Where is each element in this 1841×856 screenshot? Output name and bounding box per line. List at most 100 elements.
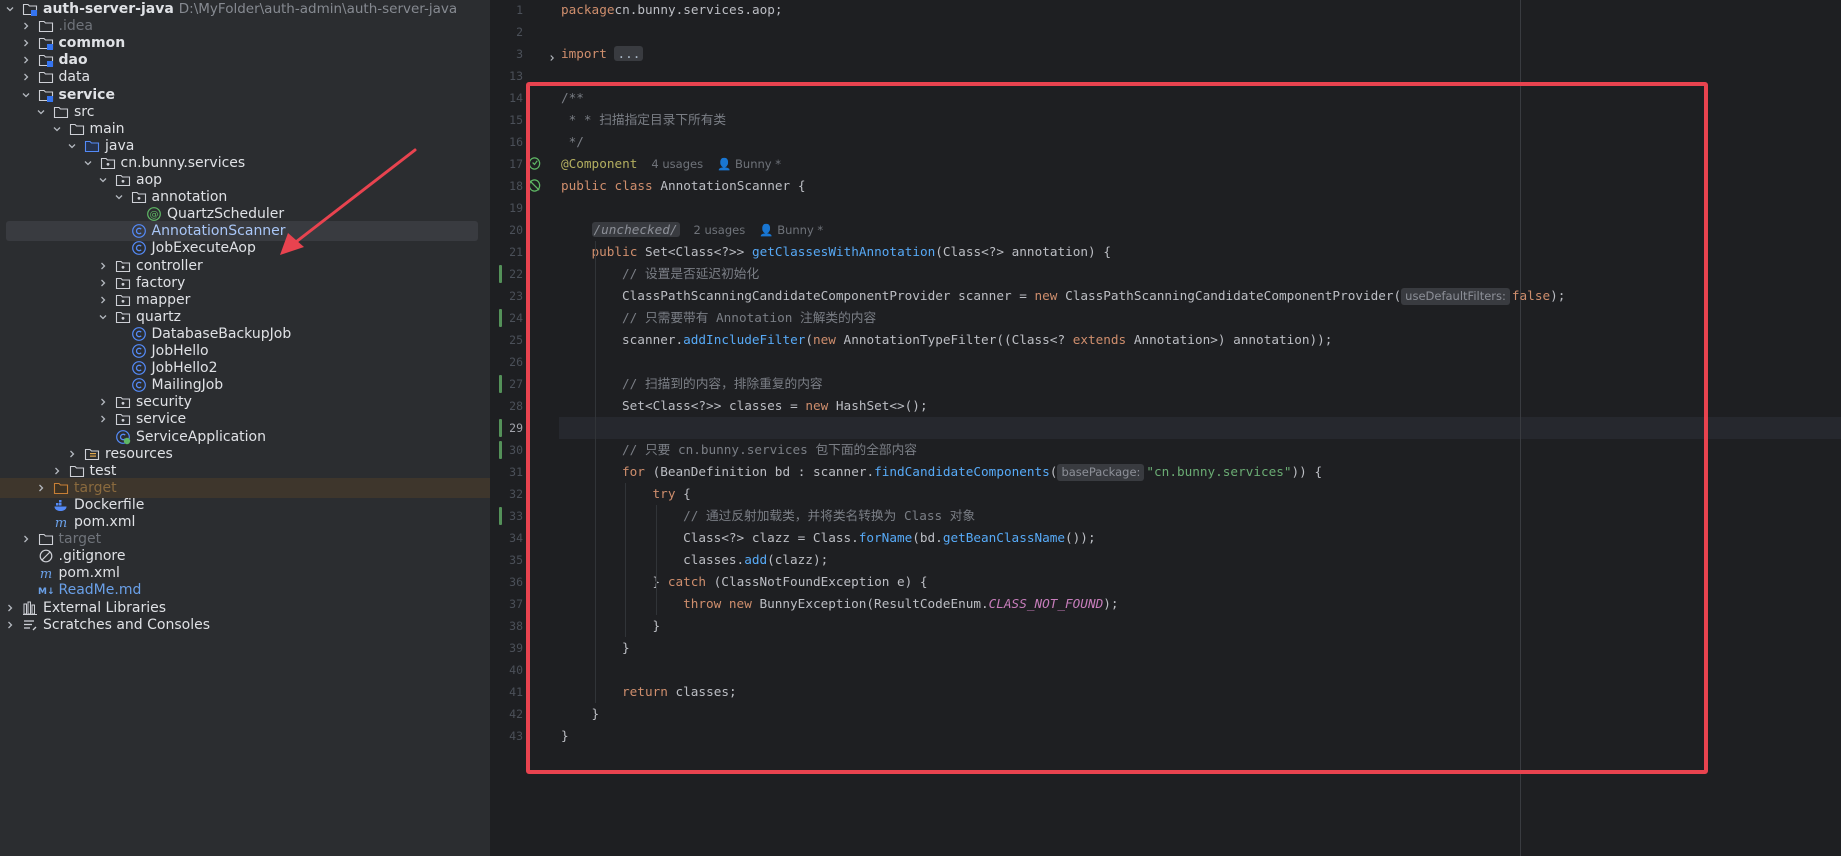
- code-line[interactable]: packagecn.bunny.services.aop;: [561, 0, 783, 21]
- tree-item-label: DatabaseBackupJob: [151, 325, 292, 342]
- code-line[interactable]: // 只需要带有 Annotation 注解类的内容: [622, 307, 876, 329]
- code-token: class: [614, 178, 653, 193]
- source-folder-icon: [84, 138, 100, 154]
- code-line[interactable]: // 扫描到的内容，排除重复的内容: [622, 373, 823, 395]
- code-token: for: [622, 464, 645, 479]
- code-token: return: [622, 684, 668, 699]
- chevron-down-icon[interactable]: [97, 311, 109, 323]
- chevron-right-icon[interactable]: [20, 37, 32, 49]
- code-line[interactable]: */: [561, 131, 584, 153]
- folder-icon: [69, 121, 85, 137]
- chevron-right-icon[interactable]: [20, 533, 32, 545]
- code-line[interactable]: // 通过反射加载类，并将类名转换为 Class 对象: [683, 505, 975, 527]
- code-lens[interactable]: 2 usages: [694, 223, 746, 237]
- parameter-hint: useDefaultFilters:: [1401, 288, 1510, 305]
- code-area[interactable]: packagecn.bunny.services.aop; import ... /…: [491, 0, 1841, 856]
- class-icon: [131, 360, 147, 376]
- chevron-down-icon[interactable]: [20, 89, 32, 101]
- class-icon: [131, 223, 147, 239]
- tree-item-label: annotation: [151, 189, 228, 206]
- svg-text:m: m: [55, 516, 67, 530]
- code-line[interactable]: }: [592, 703, 600, 725]
- tree-item-label: MailingJob: [151, 377, 224, 394]
- code-line[interactable]: }: [653, 615, 661, 637]
- chevron-down-icon[interactable]: [35, 106, 47, 118]
- chevron-right-icon[interactable]: [35, 482, 47, 494]
- code-lens[interactable]: 👤 Bunny *: [759, 223, 823, 237]
- tree-item-label: JobHello: [151, 343, 209, 359]
- code-line[interactable]: ClassPathScanningCandidateComponentProvi…: [622, 285, 1565, 307]
- code-line[interactable]: public class AnnotationScanner {: [561, 175, 805, 197]
- tree-item-label: pom.xml: [58, 565, 120, 582]
- folded-imports[interactable]: ...: [614, 46, 644, 61]
- code-line[interactable]: return classes;: [622, 681, 737, 703]
- code-line[interactable]: // 设置是否延迟初始化: [622, 263, 759, 285]
- code-token: HashSet<>();: [828, 398, 928, 413]
- module-folder-icon: [22, 1, 38, 17]
- code-line[interactable]: throw new BunnyException(ResultCodeEnum.…: [683, 593, 1118, 615]
- code-token: false: [1511, 288, 1551, 303]
- chevron-right-icon[interactable]: [97, 413, 109, 425]
- code-token: new: [1034, 288, 1058, 303]
- code-token: getBeanClassName: [942, 530, 1066, 545]
- chevron-down-icon[interactable]: [4, 3, 16, 15]
- chevron-right-icon[interactable]: [20, 71, 32, 83]
- tree-item[interactable]: Scratches and Consoles: [0, 615, 490, 635]
- chevron-right-icon[interactable]: [97, 396, 109, 408]
- chevron-down-icon[interactable]: [97, 174, 109, 186]
- code-line[interactable]: } catch (ClassNotFoundException e) {: [653, 571, 928, 593]
- code-token: // 设置是否延迟初始化: [622, 266, 760, 281]
- code-token: BunnyException(ResultCodeEnum.: [751, 596, 989, 611]
- code-line[interactable]: /**: [561, 87, 584, 109]
- code-line[interactable]: public Set<Class<?>> getClassesWithAnnot…: [592, 241, 1111, 263]
- code-line[interactable]: try {: [653, 483, 691, 505]
- chevron-right-icon[interactable]: [4, 619, 16, 631]
- chevron-down-icon[interactable]: [113, 191, 125, 203]
- code-line[interactable]: }: [561, 725, 569, 747]
- code-token: (ClassNotFoundException e) {: [706, 574, 928, 589]
- tree-item-label: QuartzScheduler: [167, 206, 285, 223]
- code-line[interactable]: /unchecked/2 usages 👤 Bunny *: [591, 219, 823, 241]
- tree-item-label: .gitignore: [58, 548, 126, 565]
- code-line[interactable]: for (BeanDefinition bd : scanner.findCan…: [622, 461, 1322, 483]
- markdown-icon: M↓: [38, 582, 54, 598]
- chevron-right-icon[interactable]: [97, 294, 109, 306]
- code-token: scanner.: [622, 332, 684, 347]
- code-token: "cn.bunny.services": [1146, 464, 1292, 479]
- code-token: }: [622, 640, 630, 655]
- code-lens[interactable]: 👤 Bunny *: [717, 157, 781, 171]
- chevron-right-icon[interactable]: [97, 277, 109, 289]
- code-line[interactable]: Set<Class<?>> classes = new HashSet<>();: [622, 395, 928, 417]
- project-tree-panel[interactable]: auth-server-java D:\MyFolder\auth-admin\a…: [0, 0, 491, 856]
- code-line[interactable]: * * 扫描指定目录下所有类: [561, 109, 726, 131]
- package-icon: [131, 189, 147, 205]
- indent-guide: [625, 483, 627, 637]
- chevron-right-icon[interactable]: [66, 448, 78, 460]
- code-line[interactable]: scanner.addIncludeFilter(new AnnotationT…: [622, 329, 1332, 351]
- chevron-right-icon[interactable]: [4, 602, 16, 614]
- code-lens[interactable]: 4 usages: [651, 157, 703, 171]
- code-line[interactable]: Class<?> clazz = Class.forName(bd.getBea…: [683, 527, 1096, 549]
- chevron-down-icon[interactable]: [66, 140, 78, 152]
- code-line[interactable]: // 只要 cn.bunny.services 包下面的全部内容: [622, 439, 917, 461]
- code-token: // 扫描到的内容，排除重复的内容: [622, 376, 823, 391]
- code-line[interactable]: import ...: [561, 43, 644, 65]
- chevron-right-icon[interactable]: [20, 20, 32, 32]
- code-line[interactable]: }: [622, 637, 630, 659]
- tree-item-label: data: [58, 69, 91, 86]
- chevron-right-icon[interactable]: [20, 54, 32, 66]
- code-token: // 通过反射加载类，并将类名转换为 Class 对象: [683, 508, 976, 523]
- chevron-right-icon[interactable]: [97, 260, 109, 272]
- indent-guide: [655, 505, 657, 615]
- code-editor[interactable]: 1 2 3 13 14 15 16 17 18 19 20 21 22 23 24 25 26 27 28 29 30 3…: [491, 0, 1841, 856]
- chevron-right-icon[interactable]: [51, 465, 63, 477]
- code-token: CLASS_NOT_FOUND: [988, 596, 1104, 611]
- code-line[interactable]: classes.add(clazz);: [683, 549, 828, 571]
- chevron-down-icon[interactable]: [82, 157, 94, 169]
- chevron-down-icon[interactable]: [51, 123, 63, 135]
- code-line[interactable]: @Component 4 usages 👤 Bunny *: [561, 153, 781, 175]
